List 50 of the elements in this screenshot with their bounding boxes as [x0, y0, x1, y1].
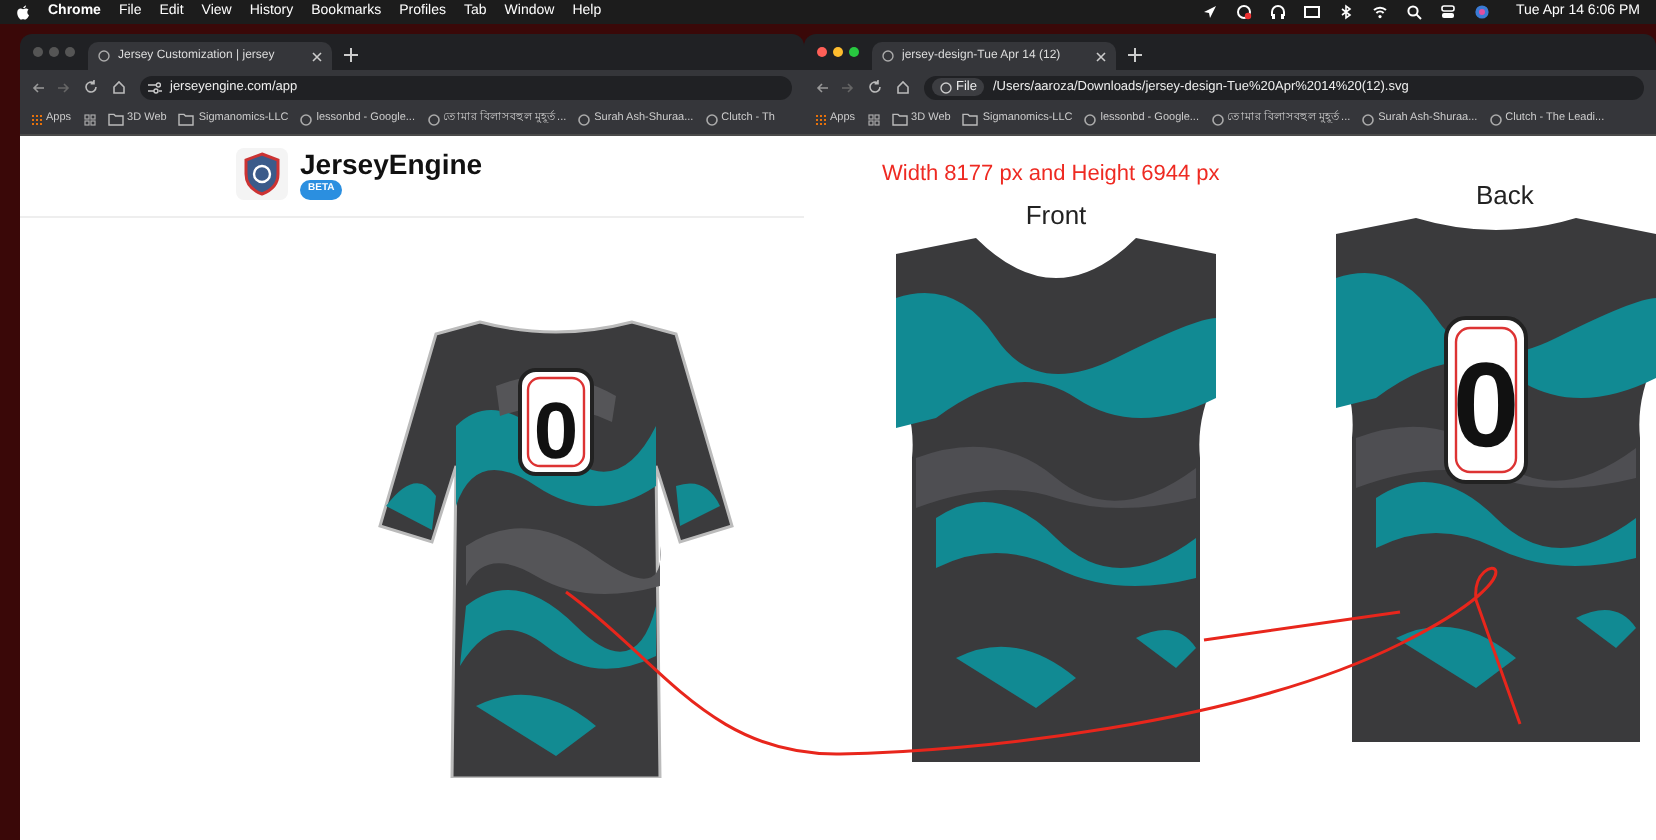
home-icon [112, 80, 126, 94]
reload-icon [868, 80, 882, 94]
site-icon [427, 113, 439, 125]
site-icon [705, 113, 718, 125]
window-controls-icon [816, 46, 860, 58]
globe-icon [882, 50, 894, 62]
close-icon [312, 51, 322, 61]
bluetooth-icon [1338, 4, 1354, 20]
brand-name: JerseyEngine [300, 148, 483, 181]
site-icon [300, 113, 313, 125]
folder-icon [891, 112, 908, 126]
apps-grid-icon [814, 113, 826, 125]
site-icon [1489, 113, 1502, 125]
jersey-number: 0 [533, 388, 579, 476]
tab-groups-icon [83, 113, 96, 125]
headphones-icon [1270, 4, 1286, 20]
jersey-number: 0 [1452, 338, 1520, 472]
gauge-icon [1236, 4, 1252, 20]
control-center-icon [1440, 4, 1456, 20]
siri-icon [1474, 4, 1490, 20]
site-icon [1362, 113, 1375, 125]
forward-icon [842, 81, 854, 93]
dimension-note: Width 8177 px and Height 6944 px [880, 160, 1222, 190]
reload-icon [84, 80, 98, 94]
close-icon [1096, 51, 1106, 61]
apple-icon [16, 4, 30, 20]
site-icon [1084, 113, 1097, 125]
globe-icon [98, 50, 110, 62]
folder-icon [107, 112, 124, 126]
folder-icon [962, 112, 979, 126]
back-icon [816, 81, 828, 93]
info-icon [940, 81, 952, 93]
search-icon [1406, 4, 1422, 20]
site-settings-icon [148, 81, 162, 93]
view-label: Front [1025, 197, 1087, 233]
apps-grid-icon [30, 113, 42, 125]
tab-groups-icon [867, 113, 880, 125]
window-controls-icon [32, 46, 76, 58]
new-tab-icon [344, 48, 358, 62]
forward-icon [58, 81, 70, 93]
site-icon [578, 113, 591, 125]
home-icon [896, 80, 910, 94]
location-arrow-icon [1202, 4, 1218, 20]
back-icon [32, 81, 44, 93]
wifi-icon [1372, 4, 1388, 20]
new-tab-icon [1128, 48, 1142, 62]
shield-logo-icon [236, 148, 288, 200]
view-label: Back [1476, 177, 1534, 213]
folder-icon [178, 112, 195, 126]
site-icon [1211, 113, 1223, 125]
